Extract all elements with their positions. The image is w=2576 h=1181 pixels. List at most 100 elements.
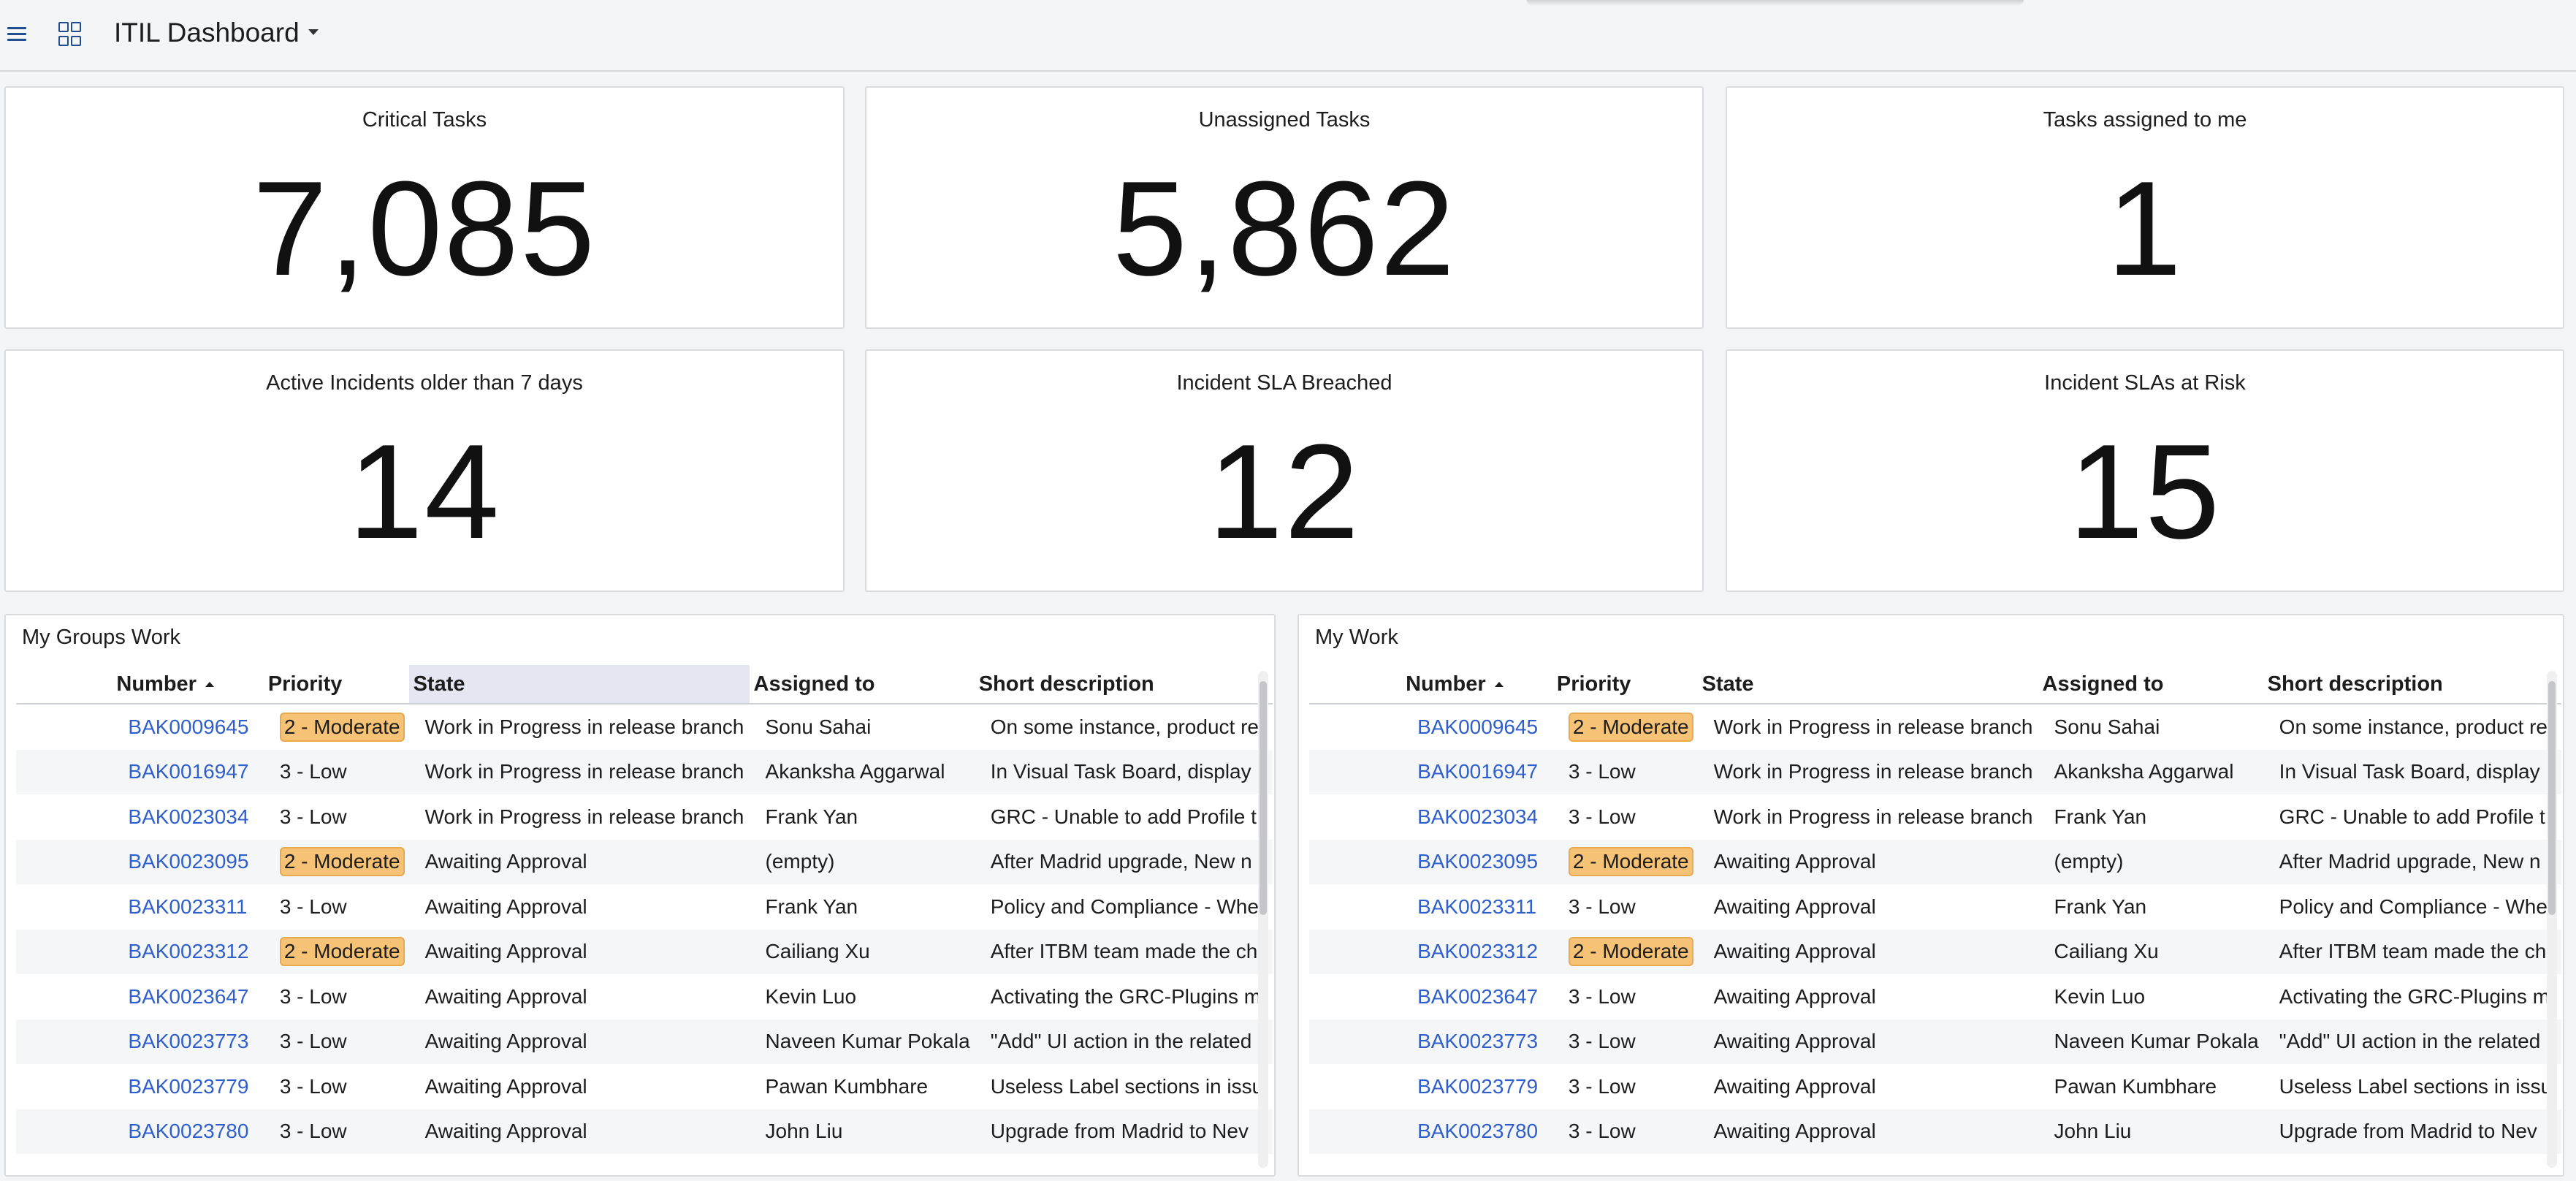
assigned-user-link[interactable]: Naveen Kumar Pokala (2054, 1030, 2259, 1052)
assigned-empty: (empty) (2054, 850, 2124, 873)
column-priority[interactable]: Priority (263, 665, 409, 705)
card-critical-tasks[interactable]: Critical Tasks 7,085 (4, 86, 845, 329)
table-row[interactable]: BAK0023034 3 - Low Work in Progress in rel… (16, 794, 1273, 840)
table-row[interactable]: BAK0023773 3 - Low Awaiting Approval Naveen… (1309, 1019, 2561, 1064)
card-value[interactable]: 5,862 (866, 155, 1702, 301)
column-state[interactable]: State (1697, 665, 2038, 705)
priority-cell: 2 - Moderate (1552, 929, 1698, 974)
record-number-link[interactable]: BAK0023034 (128, 805, 248, 828)
record-number-link[interactable]: BAK0023647 (128, 985, 248, 1008)
table-row[interactable]: BAK0023779 3 - Low Awaiting Approval Pawan … (1309, 1064, 2561, 1109)
assigned-user-link[interactable]: Frank Yan (766, 895, 858, 918)
assigned-user-link[interactable]: Sonu Sahai (766, 715, 872, 738)
card-title: Tasks assigned to me (2043, 108, 2247, 132)
card-value[interactable]: 1 (1727, 155, 2563, 301)
record-number-link[interactable]: BAK0023779 (1417, 1075, 1538, 1098)
record-number-link[interactable]: BAK0023779 (128, 1075, 248, 1098)
record-number-link[interactable]: BAK0023312 (1417, 940, 1538, 962)
record-number-link[interactable]: BAK0023095 (128, 850, 248, 873)
title-dropdown-icon[interactable] (308, 29, 319, 35)
record-number-link[interactable]: BAK0016947 (1417, 760, 1538, 783)
table-row[interactable]: BAK0023647 3 - Low Awaiting Approval Kevin … (1309, 974, 2561, 1019)
table-row[interactable]: BAK0009645 2 - Moderate Work in Progress i… (16, 704, 1273, 750)
sort-ascending-icon[interactable] (1494, 682, 1504, 688)
table-row[interactable]: BAK0023779 3 - Low Awaiting Approval Pawan … (16, 1064, 1273, 1109)
priority-value: 3 - Low (1568, 895, 1636, 918)
card-incident-slas-at-risk[interactable]: Incident SLAs at Risk 15 (1726, 349, 2564, 592)
table-row[interactable]: BAK0023095 2 - Moderate Awaiting Approval (… (16, 839, 1273, 884)
card-active-incidents-older[interactable]: Active Incidents older than 7 days 14 (4, 349, 845, 592)
scrollbar[interactable] (2547, 671, 2557, 1168)
assigned-user-link[interactable]: Pawan Kumbhare (2054, 1075, 2217, 1098)
assigned-user-link[interactable]: Cailiang Xu (766, 940, 870, 962)
record-number-link[interactable]: BAK0009645 (128, 715, 248, 738)
assigned-user-link[interactable]: Pawan Kumbhare (766, 1075, 929, 1098)
table-row[interactable]: BAK0023780 3 - Low Awaiting Approval John L… (16, 1109, 1273, 1154)
scrollbar[interactable] (1258, 671, 1268, 1168)
column-assigned-to[interactable]: Assigned to (2038, 665, 2263, 705)
scrollbar-thumb[interactable] (1260, 681, 1267, 915)
record-number-link[interactable]: BAK0023312 (128, 940, 248, 962)
assigned-user-link[interactable]: John Liu (766, 1120, 843, 1142)
column-number[interactable]: Number (1401, 665, 1552, 705)
record-number-link[interactable]: BAK0023311 (128, 895, 247, 918)
record-number-link[interactable]: BAK0023773 (128, 1030, 248, 1052)
dashboard-grid-icon[interactable] (58, 22, 81, 46)
column-assigned-to[interactable]: Assigned to (749, 665, 975, 705)
record-number-link[interactable]: BAK0023311 (1417, 895, 1536, 918)
record-number-link[interactable]: BAK0023095 (1417, 850, 1538, 873)
table-row[interactable]: BAK0023095 2 - Moderate Awaiting Approval (… (1309, 839, 2561, 884)
assigned-user-link[interactable]: Akanksha Aggarwal (2054, 760, 2234, 783)
column-state[interactable]: State (408, 665, 750, 705)
assigned-user-link[interactable]: Frank Yan (2054, 805, 2147, 828)
table-row[interactable]: BAK0016947 3 - Low Work in Progress in rel… (16, 749, 1273, 794)
card-tasks-assigned-to-me[interactable]: Tasks assigned to me 1 (1726, 86, 2564, 329)
column-short-description[interactable]: Short description (974, 665, 1273, 705)
table-row[interactable]: BAK0023647 3 - Low Awaiting Approval Kevin … (16, 974, 1273, 1019)
short-description-cell: After ITBM team made the ch (974, 929, 1273, 974)
number-cell: BAK0023647 (112, 974, 263, 1019)
sort-ascending-icon[interactable] (205, 682, 214, 688)
table-row[interactable]: BAK0023312 2 - Moderate Awaiting Approval C… (16, 929, 1273, 974)
assigned-user-link[interactable]: Akanksha Aggarwal (766, 760, 945, 783)
assigned-to-cell: Sonu Sahai (2038, 704, 2263, 750)
table-row[interactable]: BAK0023311 3 - Low Awaiting Approval Frank … (16, 884, 1273, 930)
card-value[interactable]: 15 (1727, 418, 2563, 564)
record-number-link[interactable]: BAK0016947 (128, 760, 248, 783)
assigned-user-link[interactable]: Kevin Luo (766, 985, 857, 1008)
table-row[interactable]: BAK0016947 3 - Low Work in Progress in rel… (1309, 749, 2561, 794)
assigned-user-link[interactable]: Kevin Luo (2054, 985, 2146, 1008)
table-row[interactable]: BAK0023780 3 - Low Awaiting Approval John L… (1309, 1109, 2561, 1154)
scrollbar-thumb[interactable] (2548, 681, 2556, 915)
record-number-link[interactable]: BAK0023773 (1417, 1030, 1538, 1052)
page-title[interactable]: ITIL Dashboard (114, 18, 300, 48)
assigned-user-link[interactable]: Sonu Sahai (2054, 715, 2160, 738)
card-value[interactable]: 12 (866, 418, 1702, 564)
number-cell: BAK0023034 (112, 794, 263, 840)
assigned-user-link[interactable]: Frank Yan (2054, 895, 2147, 918)
record-number-link[interactable]: BAK0023780 (1417, 1120, 1538, 1142)
column-number[interactable]: Number (112, 665, 264, 705)
table-row[interactable]: BAK0023311 3 - Low Awaiting Approval Frank … (1309, 884, 2561, 930)
record-number-link[interactable]: BAK0023780 (128, 1120, 248, 1142)
table-row[interactable]: BAK0009645 2 - Moderate Work in Progress i… (1309, 704, 2561, 750)
short-description-cell: Useless Label sections in issu (990, 1074, 1264, 1098)
column-short-description[interactable]: Short description (2263, 665, 2561, 705)
assigned-user-link[interactable]: Frank Yan (766, 805, 858, 828)
column-priority[interactable]: Priority (1552, 665, 1698, 705)
card-value[interactable]: 7,085 (6, 155, 843, 301)
number-cell: BAK0009645 (112, 704, 263, 750)
record-number-link[interactable]: BAK0023034 (1417, 805, 1538, 828)
record-number-link[interactable]: BAK0023647 (1417, 985, 1538, 1008)
table-row[interactable]: BAK0023034 3 - Low Work in Progress in rel… (1309, 794, 2561, 840)
record-number-link[interactable]: BAK0009645 (1417, 715, 1538, 738)
table-row[interactable]: BAK0023312 2 - Moderate Awaiting Approval C… (1309, 929, 2561, 974)
assigned-user-link[interactable]: Naveen Kumar Pokala (766, 1030, 970, 1052)
assigned-user-link[interactable]: John Liu (2054, 1120, 2132, 1142)
card-value[interactable]: 14 (6, 418, 843, 564)
assigned-user-link[interactable]: Cailiang Xu (2054, 940, 2159, 962)
table-row[interactable]: BAK0023773 3 - Low Awaiting Approval Naveen… (16, 1019, 1273, 1064)
card-incident-sla-breached[interactable]: Incident SLA Breached 12 (865, 349, 1704, 592)
menu-icon[interactable] (7, 23, 26, 42)
card-unassigned-tasks[interactable]: Unassigned Tasks 5,862 (865, 86, 1704, 329)
